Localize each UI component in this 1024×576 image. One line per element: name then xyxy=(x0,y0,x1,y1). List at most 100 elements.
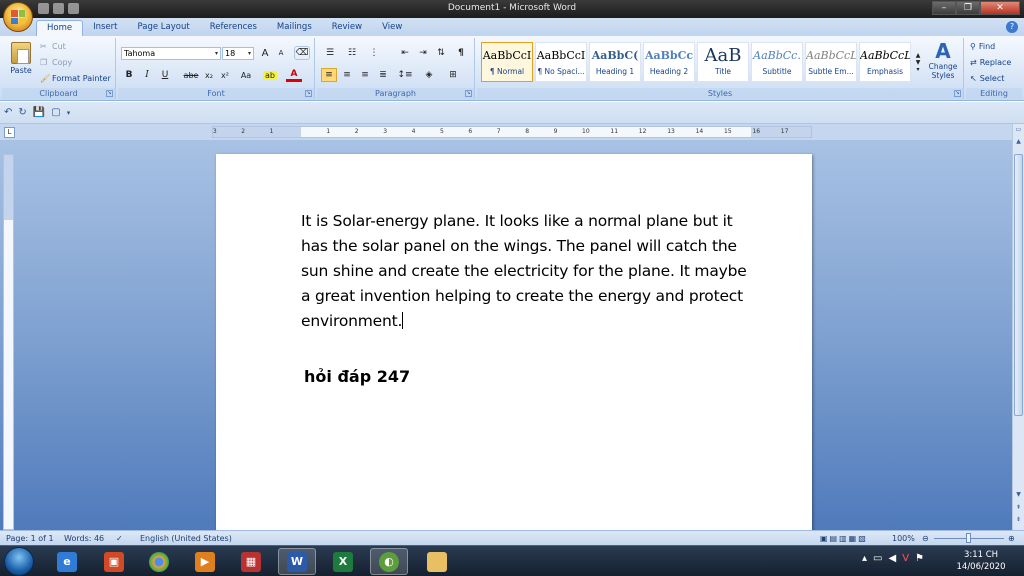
increase-indent-button[interactable]: ⇥ xyxy=(415,46,431,60)
font-name-combo[interactable]: Tahoma ▾ xyxy=(121,47,221,60)
align-right-button[interactable]: ≡ xyxy=(357,68,373,82)
change-styles-button[interactable]: A Change Styles xyxy=(925,40,961,80)
grow-font-button[interactable]: A xyxy=(258,46,272,60)
taskbar-chrome[interactable] xyxy=(140,548,178,575)
zoom-level[interactable]: 100% xyxy=(892,534,915,543)
horizontal-ruler[interactable]: 3 2 1 1 2 3 4 5 6 7 8 9 10 11 12 13 14 15 16 17 xyxy=(212,126,812,138)
taskbar-app-2[interactable]: ▣ xyxy=(95,548,133,575)
vertical-ruler[interactable] xyxy=(3,154,14,530)
tab-view[interactable]: View xyxy=(372,20,412,36)
italic-button[interactable]: I xyxy=(140,68,154,82)
page-count[interactable]: Page: 1 of 1 xyxy=(6,534,54,543)
proofing-icon[interactable]: ✓ xyxy=(116,534,123,543)
style-subtitle[interactable]: AaBbCc. Subtitle xyxy=(751,42,803,82)
taskbar-media-player[interactable]: ▶ xyxy=(186,548,224,575)
network-icon[interactable]: ▭ xyxy=(873,553,882,564)
numbering-button[interactable]: ☷ xyxy=(343,46,361,60)
taskbar-app-8[interactable]: ◐ xyxy=(370,548,408,575)
find-button[interactable]: ⚲ Find xyxy=(970,42,995,51)
language-indicator[interactable]: English (United States) xyxy=(140,534,232,543)
tab-references[interactable]: References xyxy=(200,20,267,36)
highlight-button[interactable]: ab xyxy=(262,68,278,82)
taskbar-excel[interactable]: X xyxy=(324,548,362,575)
decrease-indent-button[interactable]: ⇤ xyxy=(397,46,413,60)
antivirus-icon[interactable]: V xyxy=(902,553,909,564)
save-icon[interactable]: 💾 xyxy=(33,107,45,118)
flag-icon[interactable]: ⚑ xyxy=(915,553,924,564)
word-count[interactable]: Words: 46 xyxy=(64,534,104,543)
style-normal[interactable]: AaBbCcI ¶ Normal xyxy=(481,42,533,82)
multilevel-list-button[interactable]: ⋮ xyxy=(365,46,383,60)
office-button[interactable] xyxy=(3,2,33,32)
print-preview-icon[interactable]: ▢ xyxy=(51,107,60,118)
paste-button[interactable]: Paste xyxy=(6,40,36,84)
tab-review[interactable]: Review xyxy=(322,20,372,36)
previous-page-icon[interactable]: ⇞ xyxy=(1013,502,1024,513)
font-color-button[interactable]: A xyxy=(286,68,302,82)
zoom-in-icon[interactable]: ⊕ xyxy=(1008,534,1015,543)
clear-formatting-button[interactable]: ⌫ xyxy=(294,46,310,60)
view-buttons[interactable]: ▣▤▥▦▧ xyxy=(820,534,868,543)
format-painter-button[interactable]: 🖌 Format Painter xyxy=(40,74,111,83)
superscript-button[interactable]: x² xyxy=(218,68,232,82)
underline-button[interactable]: U xyxy=(158,68,172,82)
tab-selector[interactable]: L xyxy=(4,127,15,138)
restore-button[interactable]: ❐ xyxy=(956,1,980,15)
minimize-button[interactable]: – xyxy=(932,1,956,15)
font-dialog-launcher[interactable]: ↘ xyxy=(305,90,312,97)
scrollbar-thumb[interactable] xyxy=(1014,154,1023,416)
document-page[interactable]: It is Solar-energy plane. It looks like … xyxy=(216,154,812,534)
taskbar-explorer[interactable] xyxy=(418,548,456,575)
view-ruler-icon[interactable]: ▭ xyxy=(1013,124,1024,135)
vertical-scrollbar[interactable]: ▭ ▲ ▼ ⇞ ⇟ xyxy=(1012,124,1024,530)
font-size-combo[interactable]: 18 ▾ xyxy=(222,47,254,60)
undo-icon[interactable]: ↶ xyxy=(4,107,12,118)
start-button[interactable] xyxy=(4,547,34,576)
zoom-slider-knob[interactable] xyxy=(966,533,971,543)
select-button[interactable]: ↖ Select xyxy=(970,74,1004,83)
align-left-button[interactable]: ≡ xyxy=(321,68,337,82)
taskbar-app-5[interactable]: ▦ xyxy=(232,548,270,575)
style-title[interactable]: AaB Title xyxy=(697,42,749,82)
document-heading-text[interactable]: hỏi đáp 247 xyxy=(304,367,410,386)
tab-home[interactable]: Home xyxy=(36,20,84,36)
change-case-button[interactable]: Aa xyxy=(236,68,256,82)
tab-mailings[interactable]: Mailings xyxy=(267,20,322,36)
styles-scroll-arrows[interactable]: ▲ ▼ ▾ xyxy=(913,42,923,82)
style-emphasis[interactable]: AaBbCcL Emphasis xyxy=(859,42,911,82)
style-subtle-emphasis[interactable]: AaBbCcL Subtle Em... xyxy=(805,42,857,82)
document-body-text[interactable]: It is Solar-energy plane. It looks like … xyxy=(301,209,751,334)
sort-button[interactable]: ⇅ xyxy=(433,46,449,60)
style-heading-1[interactable]: AaBbC( Heading 1 xyxy=(589,42,641,82)
shrink-font-button[interactable]: A xyxy=(274,46,288,60)
taskbar-word[interactable]: W xyxy=(278,548,316,575)
taskbar-clock[interactable]: 3:11 CH 14/06/2020 xyxy=(950,549,1012,573)
cut-button[interactable]: ✂ Cut xyxy=(40,42,66,51)
scroll-up-icon[interactable]: ▲ xyxy=(1013,136,1024,147)
customize-toolbar-icon[interactable]: ▾ xyxy=(67,109,71,117)
tab-page-layout[interactable]: Page Layout xyxy=(128,20,200,36)
zoom-out-icon[interactable]: ⊖ xyxy=(922,534,929,543)
paragraph-dialog-launcher[interactable]: ↘ xyxy=(465,90,472,97)
bold-button[interactable]: B xyxy=(122,68,136,82)
shading-button[interactable]: ◈ xyxy=(419,68,439,82)
copy-button[interactable]: ❐ Copy xyxy=(40,58,72,67)
line-spacing-button[interactable]: ↕≡ xyxy=(395,68,415,82)
close-button[interactable]: ✕ xyxy=(980,1,1020,15)
tray-expand-icon[interactable]: ▴ xyxy=(862,553,867,564)
tab-insert[interactable]: Insert xyxy=(83,20,127,36)
next-page-icon[interactable]: ⇟ xyxy=(1013,514,1024,525)
style-heading-2[interactable]: AaBbCc Heading 2 xyxy=(643,42,695,82)
replace-button[interactable]: ⇄ Replace xyxy=(970,58,1011,67)
strikethrough-button[interactable]: abe xyxy=(182,68,200,82)
scroll-down-icon[interactable]: ▼ xyxy=(1013,489,1024,500)
styles-dialog-launcher[interactable]: ↘ xyxy=(954,90,961,97)
redo-icon[interactable]: ↻ xyxy=(18,107,26,118)
bullets-button[interactable]: ☰ xyxy=(321,46,339,60)
borders-button[interactable]: ⊞ xyxy=(443,68,463,82)
show-formatting-button[interactable]: ¶ xyxy=(453,46,469,60)
align-center-button[interactable]: ≡ xyxy=(339,68,355,82)
style-no-spacing[interactable]: AaBbCcI ¶ No Spaci... xyxy=(535,42,587,82)
clipboard-dialog-launcher[interactable]: ↘ xyxy=(106,90,113,97)
help-icon[interactable]: ? xyxy=(1006,21,1018,33)
